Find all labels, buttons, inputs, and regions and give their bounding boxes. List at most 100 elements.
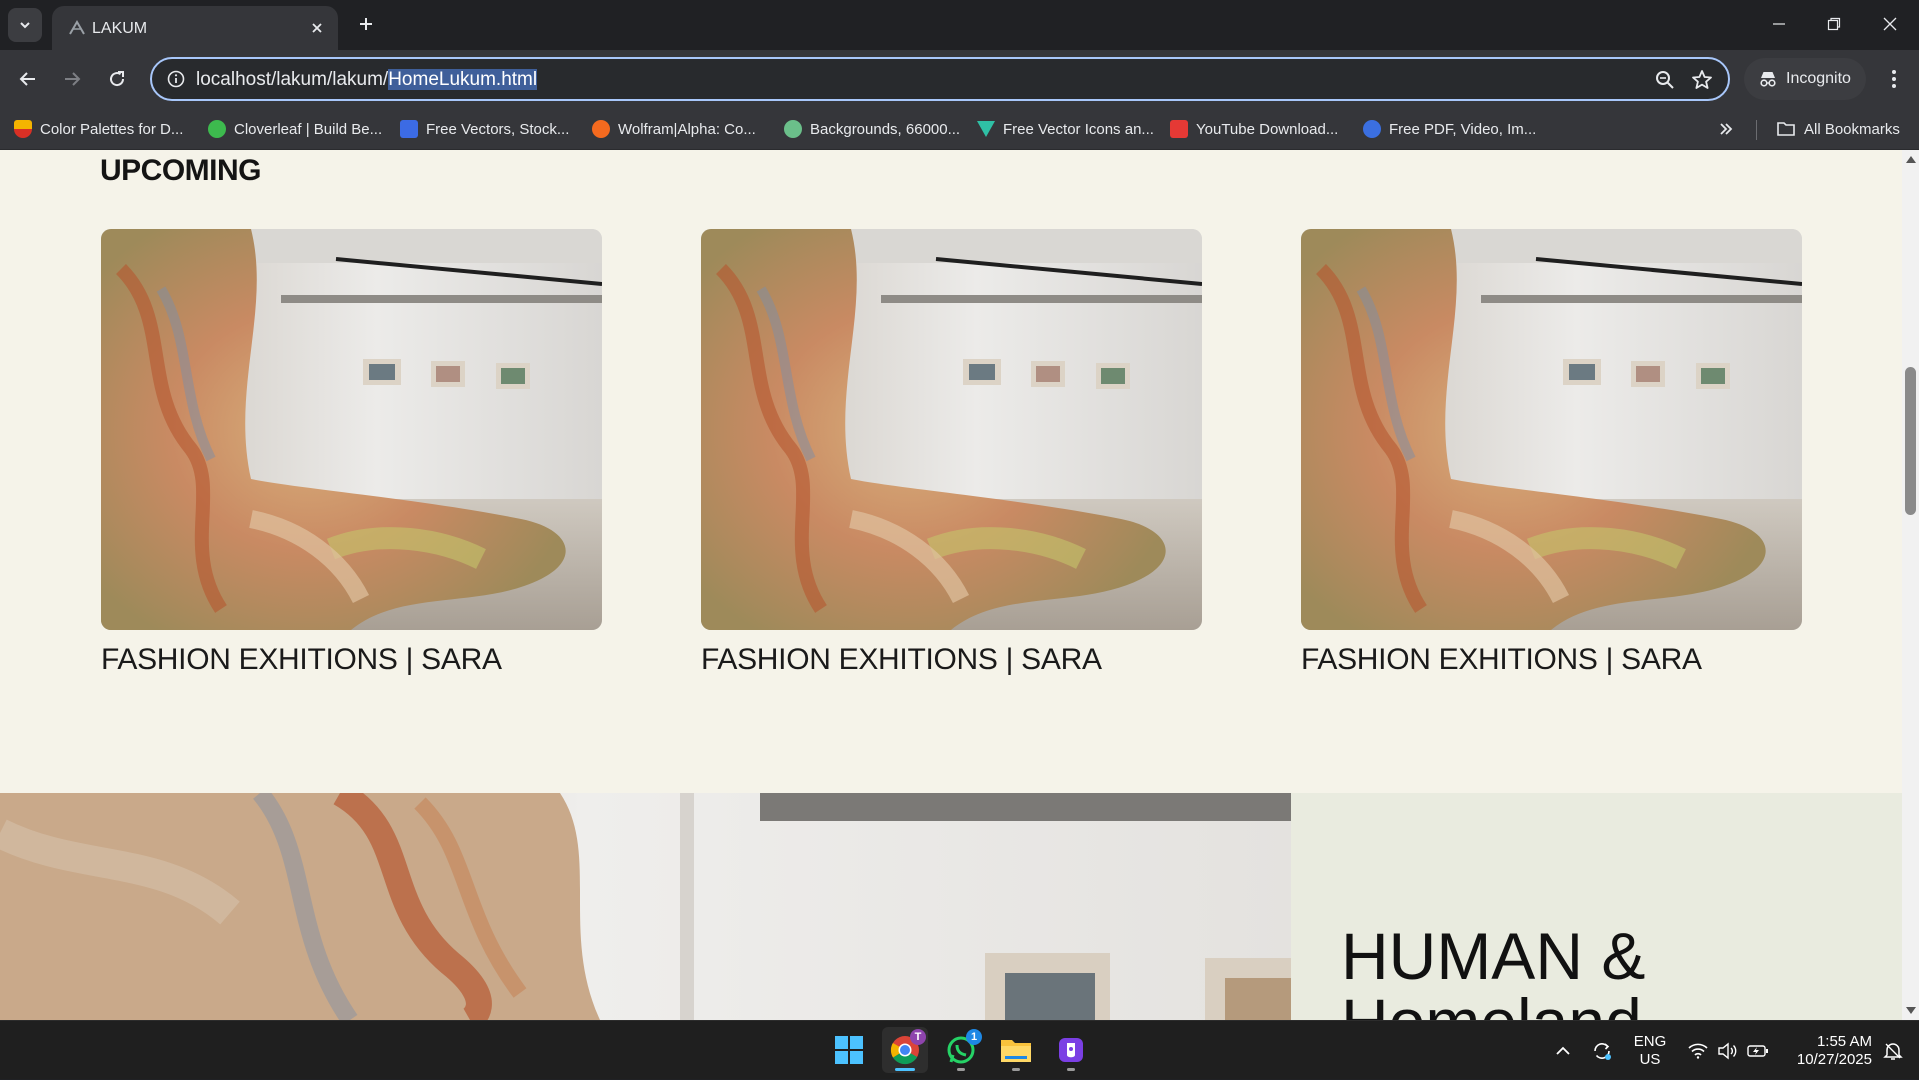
feature-heading: HUMAN & Homeland [1341,919,1646,1020]
battery-tray-button[interactable] [1744,1021,1772,1080]
new-tab-button[interactable] [352,10,380,38]
volume-tray-button[interactable] [1714,1021,1740,1080]
taskbar-file-explorer[interactable] [993,1027,1039,1073]
bookmark-item[interactable]: Backgrounds, 66000... [784,118,960,140]
cloverleaf-icon [208,120,226,138]
all-bookmarks-button[interactable]: All Bookmarks [1776,118,1900,140]
bookmark-star-icon[interactable] [1690,68,1714,92]
address-bar[interactable]: localhost/lakum/lakum/HomeLukum.html [150,57,1730,101]
reload-icon [110,71,125,87]
page-scrollbar[interactable] [1902,150,1919,1020]
chevron-up-icon [1556,1046,1570,1055]
tor-browser-icon [1059,1038,1083,1062]
wolfram-icon [592,120,610,138]
system-clock[interactable]: 1:55 AM 10/27/2025 [1782,1033,1872,1069]
close-window-button[interactable] [1862,0,1917,48]
exhibition-photo[interactable] [1301,229,1802,630]
feature-section: HUMAN & Homeland [0,793,1902,1020]
freepik-icon [400,120,418,138]
tab-title: LAKUM [92,20,148,37]
bookmark-item[interactable]: Wolfram|Alpha: Co... [592,118,756,140]
bookmarks-overflow-button[interactable] [1718,118,1734,140]
windows-taskbar: T 1 ENG US 1:55 AM 10/27/2025 [0,1020,1919,1079]
exhibition-card[interactable]: FASHION EXHITIONS | SARA [701,229,1202,676]
show-hidden-icons-button[interactable] [1550,1021,1576,1080]
bookmarks-divider [1756,120,1757,140]
scroll-up-arrow-icon[interactable] [1906,156,1916,163]
taskbar-whatsapp[interactable]: 1 [938,1027,984,1073]
start-button[interactable] [826,1027,872,1073]
taskbar-tor-browser[interactable] [1048,1027,1094,1073]
exhibition-card[interactable]: FASHION EXHITIONS | SARA [101,229,602,676]
incognito-label: Incognito [1786,70,1851,87]
bookmark-item[interactable]: Free Vector Icons an... [977,118,1154,140]
feature-text-panel: HUMAN & Homeland [1291,793,1902,1020]
restore-button[interactable] [1806,0,1861,48]
active-tab[interactable]: LAKUM [52,6,338,50]
minimize-button[interactable] [1751,0,1806,48]
scroll-down-arrow-icon[interactable] [1906,1007,1916,1014]
region-code: US [1639,1051,1661,1068]
language-code: ENG [1633,1033,1667,1050]
sync-tray-button[interactable] [1588,1021,1616,1080]
notification-bell-icon [1883,1042,1903,1060]
site-info-icon[interactable] [166,69,186,89]
bookmark-item[interactable]: Free Vectors, Stock... [400,118,569,140]
url-text[interactable]: localhost/lakum/lakum/HomeLukum.html [196,69,538,91]
notifications-button[interactable] [1878,1021,1908,1080]
tab-strip: LAKUM [0,0,1919,50]
url-selected-part: HomeLukum.html [388,69,538,90]
bookmark-item[interactable]: Free PDF, Video, Im... [1363,118,1536,140]
incognito-indicator[interactable]: Incognito [1744,58,1866,100]
sync-icon [1594,1042,1611,1060]
arrow-left-icon [19,72,35,86]
running-indicator [1067,1068,1075,1071]
vector-icon [977,121,995,137]
close-tab-icon[interactable] [306,17,328,39]
forward-button[interactable] [56,63,88,95]
card-caption[interactable]: FASHION EXHITIONS | SARA [1301,643,1702,677]
chevron-double-right-icon [1720,123,1733,135]
page-viewport: UPCOMING FASHION EXHITIONS | SARA FASHIO… [0,150,1902,1020]
chrome-profile-badge: T [910,1029,926,1045]
browser-menu-button[interactable] [1880,64,1908,94]
backgrounds-icon [784,120,802,138]
browser-toolbar: localhost/lakum/lakum/HomeLukum.html Inc… [0,50,1919,108]
feature-photo [0,793,1291,1020]
pdf-tool-icon [1363,120,1381,138]
restore-icon [1827,17,1840,31]
running-indicator [957,1068,965,1071]
download-icon [1170,120,1188,138]
clock-date: 10/27/2025 [1796,1051,1872,1068]
plus-icon [360,18,372,30]
bookmark-item[interactable]: Cloverleaf | Build Be... [208,118,382,140]
speaker-icon [1718,1042,1737,1059]
back-button[interactable] [12,63,44,95]
zoom-icon[interactable] [1654,69,1676,91]
taskbar-chrome[interactable]: T [882,1027,928,1073]
site-favicon-icon [69,20,85,35]
wifi-tray-button[interactable] [1685,1021,1711,1080]
card-caption[interactable]: FASHION EXHITIONS | SARA [701,643,1102,677]
bookmark-item[interactable]: Color Palettes for D... [14,118,183,140]
clock-time: 1:55 AM [1816,1033,1872,1050]
exhibition-card[interactable]: FASHION EXHITIONS | SARA [1301,229,1802,676]
reload-button[interactable] [101,63,133,95]
active-indicator [895,1068,915,1071]
palette-icon [14,120,32,138]
folder-icon [1777,122,1795,136]
tab-search-button[interactable] [8,8,42,42]
bookmark-item[interactable]: YouTube Download... [1170,118,1338,140]
card-caption[interactable]: FASHION EXHITIONS | SARA [101,643,502,677]
url-prefix: localhost/lakum/lakum/ [196,69,389,90]
running-indicator [1012,1068,1020,1071]
input-language-indicator[interactable]: ENG US [1628,1033,1672,1069]
wifi-icon [1688,1043,1708,1059]
scrollbar-thumb[interactable] [1905,367,1916,515]
folder-icon [1001,1040,1031,1062]
chevron-down-icon [20,22,30,29]
whatsapp-unread-badge: 1 [966,1029,982,1045]
battery-charging-icon [1747,1044,1768,1057]
exhibition-photo[interactable] [101,229,602,630]
exhibition-photo[interactable] [701,229,1202,630]
